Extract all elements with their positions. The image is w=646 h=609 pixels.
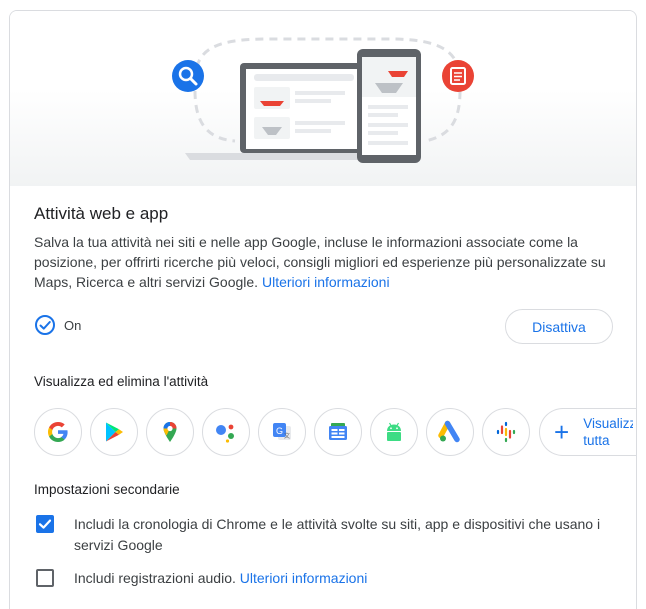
google-assistant-icon [216,424,234,443]
learn-more-link[interactable]: Ulteriori informazioni [262,274,390,290]
activity-title: Attività web e app [34,204,169,223]
android-icon [387,422,401,441]
svg-text:G: G [276,426,283,436]
app-podcasts-button[interactable] [482,408,530,456]
disable-button[interactable]: Disattiva [505,309,613,344]
devices-illustration [172,37,474,163]
chrome-history-label: Includi la cronologia di Chrome e le att… [74,516,601,553]
app-translate-button[interactable]: G 文 [258,408,306,456]
app-google-button[interactable] [34,408,82,456]
app-android-button[interactable] [370,408,418,456]
plus-icon: + [554,417,570,447]
view-all-button[interactable]: + Visualizza tutta [539,408,636,456]
view-delete-heading: Visualizza ed elimina l'attività [34,374,209,389]
google-ads-icon [438,420,460,443]
audio-learn-more-link[interactable]: Ulteriori informazioni [240,570,368,586]
activity-description: Salva la tua attività nei siti e nelle a… [34,232,619,292]
google-play-icon [106,422,123,442]
app-maps-button[interactable] [146,408,194,456]
audio-recordings-text: Includi registrazioni audio. Ulteriori i… [74,568,619,589]
secondary-settings-heading: Impostazioni secondarie [34,482,180,497]
checkmark-icon [38,519,52,529]
app-news-button[interactable] [314,408,362,456]
status-row: On [34,312,81,338]
view-all-label: Visualizza tutta [583,416,633,448]
svg-text:文: 文 [284,432,290,440]
status-text: On [64,317,82,333]
google-podcasts-icon [496,421,516,443]
app-assistant-button[interactable] [202,408,250,456]
activity-card: Attività web e app Salva la tua attività… [9,10,637,609]
google-news-icon [329,423,347,440]
google-g-icon [48,422,68,442]
audio-recordings-checkbox[interactable] [36,569,54,587]
chrome-history-row: Includi la cronologia di Chrome e le att… [36,514,619,556]
app-play-button[interactable] [90,408,138,456]
google-translate-icon: G 文 [273,423,291,440]
hero-illustration [10,11,636,186]
app-ads-button[interactable] [426,408,474,456]
google-maps-icon [163,422,177,442]
audio-recordings-label: Includi registrazioni audio. [74,570,236,586]
search-icon [172,60,204,92]
chrome-history-checkbox[interactable] [36,515,54,533]
check-circle-icon [35,315,55,335]
audio-recordings-row: Includi registrazioni audio. Ulteriori i… [36,568,619,589]
